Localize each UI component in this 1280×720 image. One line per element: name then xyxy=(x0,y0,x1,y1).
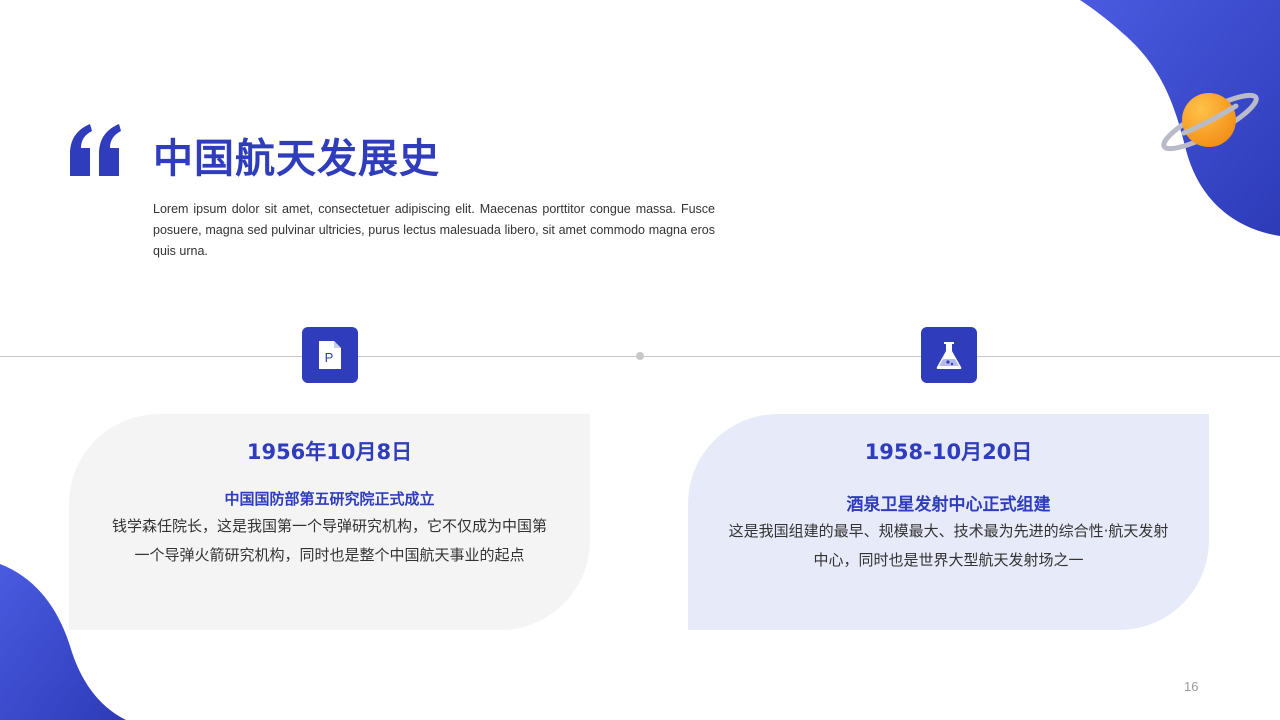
planet-icon xyxy=(1161,92,1259,152)
event-date: 1958-10月20日 xyxy=(864,440,1033,464)
intro-paragraph: Lorem ipsum dolor sit amet, consectetuer… xyxy=(153,202,715,258)
timeline-marker-2 xyxy=(921,327,977,383)
page-title: 中国航天发展史 xyxy=(153,136,440,182)
event-description: 这是我国组建的最早、规模最大、技术最为先进的综合性·航天发射中心，同时也是世界大… xyxy=(728,522,1169,569)
flask-icon xyxy=(936,342,962,369)
document-p-icon: P xyxy=(319,341,341,369)
timeline-center-dot xyxy=(636,352,644,360)
event-description: 钱学森任院长，这是我国第一个导弹研究机构，它不仅成为中国第一个导弹火箭研究机构，… xyxy=(111,517,547,564)
event-heading: 中国国防部第五研究院正式成立 xyxy=(224,490,435,508)
event-date: 1956年10月8日 xyxy=(246,440,413,464)
event-card-1958: 1958-10月20日 酒泉卫星发射中心正式组建 这是我国组建的最早、规模最大、… xyxy=(688,414,1209,630)
event-card-1956: 1956年10月8日 中国国防部第五研究院正式成立 钱学森任院长，这是我国第一个… xyxy=(69,414,590,630)
page-number: 16 xyxy=(1184,679,1199,694)
svg-text:P: P xyxy=(325,350,334,365)
event-heading: 酒泉卫星发射中心正式组建 xyxy=(846,495,1051,515)
quote-mark-icon xyxy=(70,124,121,176)
timeline-marker-1: P xyxy=(302,327,358,383)
